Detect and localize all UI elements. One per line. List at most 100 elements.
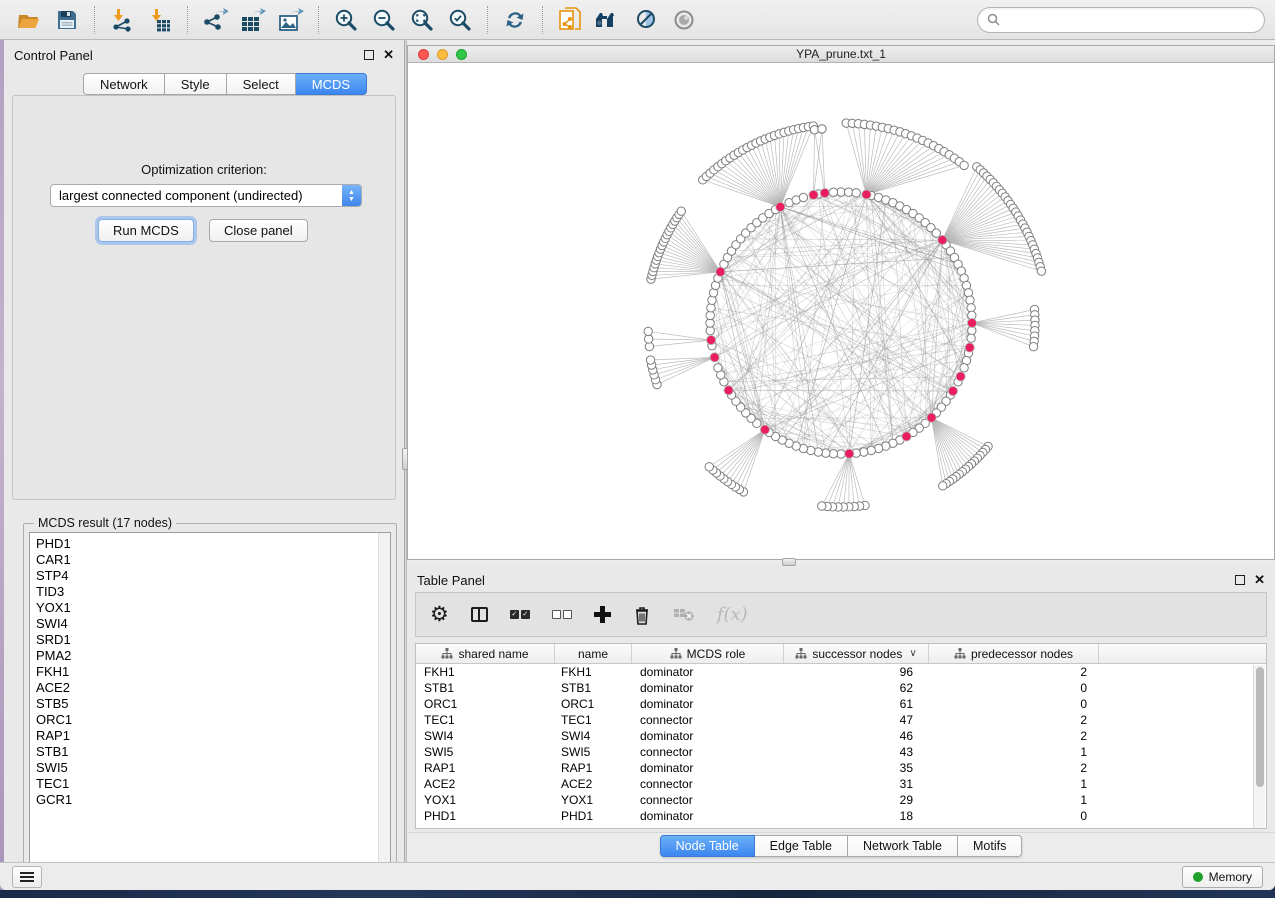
column-label: name [578,647,608,661]
mcds-result-list[interactable]: PHD1CAR1STP4TID3YOX1SWI4SRD1PMA2FKH1ACE2… [29,532,391,886]
show-all-icon[interactable] [665,4,703,36]
table-cell: connector [632,793,784,807]
table-cell: 96 [784,665,929,679]
minimize-window-icon[interactable] [437,49,448,60]
column-header-shared-name[interactable]: shared name [416,644,555,663]
tab-network-table[interactable]: Network Table [848,835,958,857]
tab-select[interactable]: Select [227,73,296,95]
search-input[interactable] [1000,13,1255,27]
float-panel-icon[interactable] [364,50,374,60]
list-item[interactable]: ACE2 [36,680,390,696]
table-cell: connector [632,745,784,759]
close-window-icon[interactable] [418,49,429,60]
refresh-icon[interactable] [496,4,534,36]
column-header-predecessor-nodes[interactable]: predecessor nodes [929,644,1099,663]
table-row[interactable]: FKH1FKH1dominator962 [416,664,1266,680]
criterion-dropdown[interactable]: largest connected component (undirected)… [50,184,362,207]
list-item[interactable]: TEC1 [36,776,390,792]
table-row[interactable]: TEC1TEC1connector472 [416,712,1266,728]
table-scrollbar-thumb[interactable] [1256,667,1264,787]
table-scrollbar[interactable] [1253,665,1265,829]
list-item[interactable]: RAP1 [36,728,390,744]
zoom-selected-icon[interactable] [441,4,479,36]
zoom-out-icon[interactable] [365,4,403,36]
app-window: Control Panel ✕ NetworkStyleSelectMCDS O… [0,0,1275,890]
import-network-icon[interactable] [103,4,141,36]
task-history-button[interactable] [12,866,42,888]
list-item[interactable]: PMA2 [36,648,390,664]
zoom-in-icon[interactable] [327,4,365,36]
close-table-panel-icon[interactable]: ✕ [1254,575,1265,585]
delete-row-icon[interactable] [633,601,651,629]
main-toolbar [0,0,1275,40]
list-item[interactable]: SWI5 [36,760,390,776]
table-cell: 43 [784,745,929,759]
horizontal-splitter-handle[interactable] [782,558,796,566]
table-row[interactable]: YOX1YOX1connector291 [416,792,1266,808]
memory-button[interactable]: Memory [1182,866,1263,888]
search-box[interactable] [977,7,1265,33]
list-item[interactable]: CAR1 [36,552,390,568]
maximize-window-icon[interactable] [456,49,467,60]
list-item[interactable]: FKH1 [36,664,390,680]
list-item[interactable]: ORC1 [36,712,390,728]
table-cell: dominator [632,697,784,711]
mcds-list-scrollbar[interactable] [378,533,390,885]
column-settings-icon[interactable]: ⚙ [430,601,449,629]
mcds-panel: Optimization criterion: largest connecte… [12,95,396,500]
table-cell: 2 [929,713,1099,727]
table-row[interactable]: ACE2ACE2connector311 [416,776,1266,792]
network-window-titlebar[interactable]: YPA_prune.txt_1 [408,46,1274,63]
node-table[interactable]: shared name name MCDS rolesuccessor nodes∨… [415,643,1267,829]
network-search-icon[interactable] [589,4,627,36]
table-row[interactable]: STB1STB1dominator620 [416,680,1266,696]
tab-edge-table[interactable]: Edge Table [755,835,848,857]
list-item[interactable]: STB5 [36,696,390,712]
column-header-MCDS-role[interactable]: MCDS role [632,644,784,663]
open-file-icon[interactable] [10,4,48,36]
list-item[interactable]: SWI4 [36,616,390,632]
table-row[interactable]: SWI5SWI5connector431 [416,744,1266,760]
tree-column-icon [441,648,453,659]
tab-network[interactable]: Network [83,73,165,95]
tree-column-icon [670,648,682,659]
deselect-all-icon[interactable] [552,601,572,629]
tab-motifs[interactable]: Motifs [958,835,1022,857]
table-row[interactable]: PHD1PHD1dominator180 [416,808,1266,824]
tab-style[interactable]: Style [165,73,227,95]
table-cell: YOX1 [416,793,555,807]
export-network-icon[interactable] [196,4,234,36]
tab-mcds[interactable]: MCDS [296,73,367,95]
select-all-icon[interactable]: ✓✓ [510,601,530,629]
table-row[interactable]: SWI4SWI4dominator462 [416,728,1266,744]
table-row[interactable]: RAP1RAP1dominator352 [416,760,1266,776]
column-header-successor-nodes[interactable]: successor nodes∨ [784,644,929,663]
import-table-icon[interactable] [141,4,179,36]
show-columns-icon[interactable] [471,601,488,629]
hide-selected-icon[interactable] [627,4,665,36]
list-item[interactable]: STB1 [36,744,390,760]
table-panel: Table Panel ✕ ⚙ ✓✓ f(x) shared namenameM… [407,565,1275,862]
list-item[interactable]: TID3 [36,584,390,600]
list-item[interactable]: YOX1 [36,600,390,616]
list-item[interactable]: STP4 [36,568,390,584]
save-session-icon[interactable] [48,4,86,36]
export-table-icon[interactable] [234,4,272,36]
list-item[interactable]: SRD1 [36,632,390,648]
table-cell: ACE2 [555,777,632,791]
float-table-panel-icon[interactable] [1235,575,1245,585]
table-cell: 2 [929,665,1099,679]
add-row-icon[interactable] [594,601,611,629]
column-header-name[interactable]: name [555,644,632,663]
list-item[interactable]: PHD1 [36,536,390,552]
run-mcds-button[interactable]: Run MCDS [98,219,194,242]
clone-network-icon[interactable] [551,4,589,36]
table-row[interactable]: ORC1ORC1dominator610 [416,696,1266,712]
export-image-icon[interactable] [272,4,310,36]
tab-node-table[interactable]: Node Table [660,835,755,857]
zoom-fit-icon[interactable] [403,4,441,36]
close-panel-icon[interactable]: ✕ [383,50,394,60]
network-graph[interactable] [408,63,1274,559]
list-item[interactable]: GCR1 [36,792,390,808]
close-panel-button[interactable]: Close panel [209,219,308,242]
